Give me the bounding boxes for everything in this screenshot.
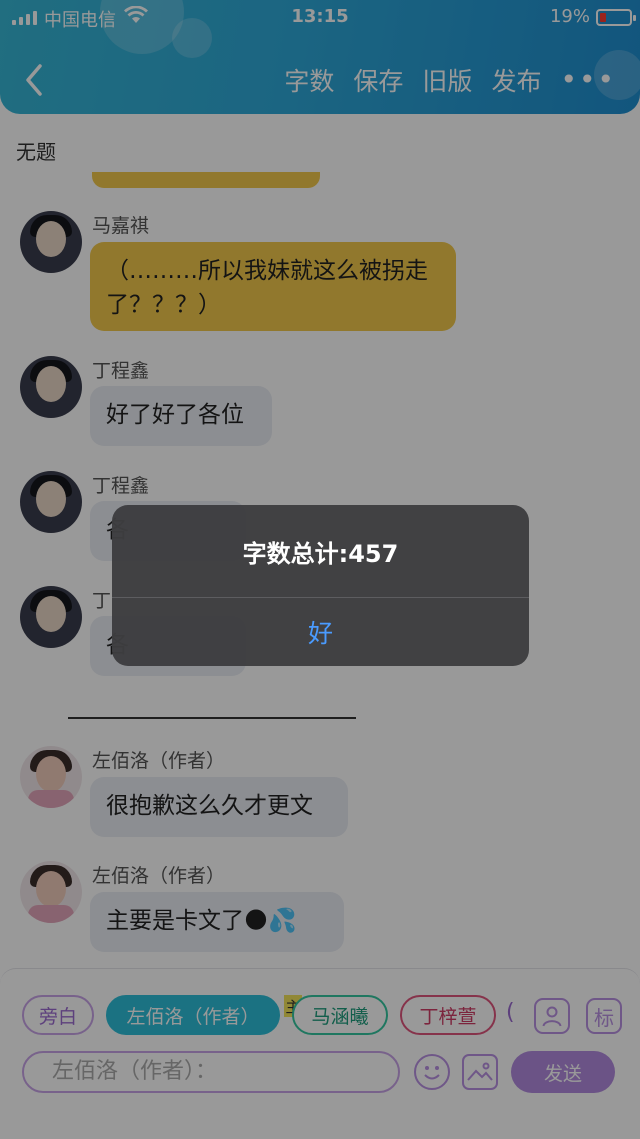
alert-ok-button[interactable]: 好	[112, 598, 529, 666]
alert-message: 字数总计:457	[242, 539, 399, 568]
word-count-alert: 字数总计:457 好	[112, 505, 529, 666]
